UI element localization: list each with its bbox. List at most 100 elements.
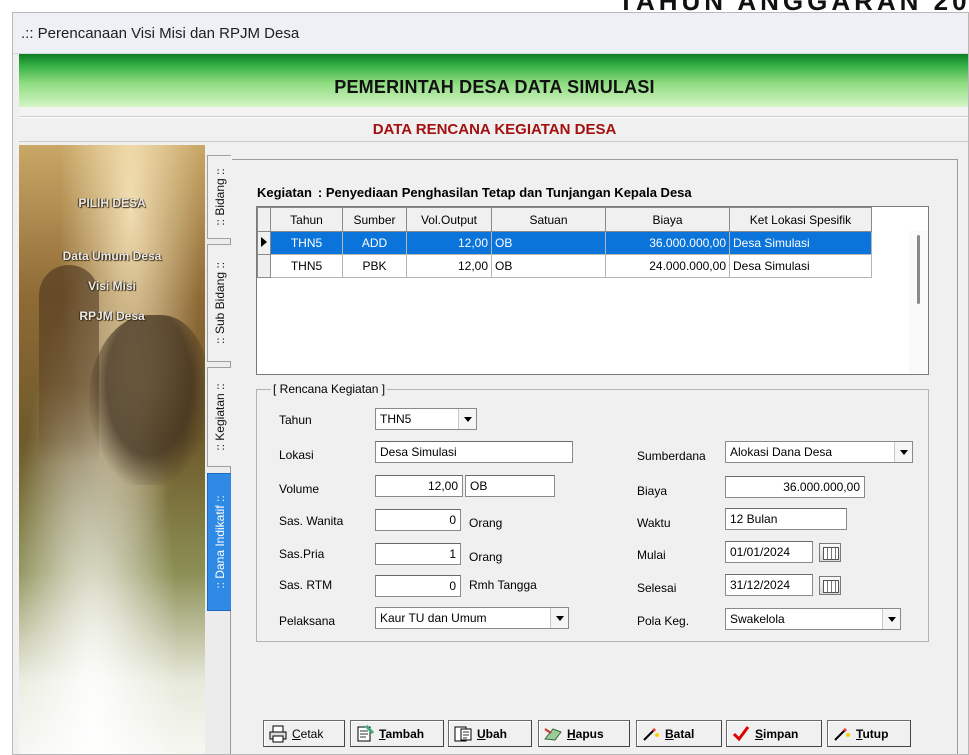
chevron-down-icon[interactable]: [458, 409, 476, 429]
pelaksana-label: Pelaksana: [279, 614, 336, 628]
cell-ket-lokasi[interactable]: Desa Simulasi: [729, 231, 872, 255]
sidebar: PILIH DESA Data Umum Desa Visi Misi RPJM…: [19, 145, 205, 754]
simpan-button[interactable]: Simpan: [726, 720, 822, 747]
tahun-select[interactable]: THN5: [375, 408, 477, 430]
cetak-button-label: Cetak: [292, 726, 324, 741]
sidebar-photo-buffalo: [89, 315, 205, 485]
data-grid[interactable]: Tahun Sumber Vol.Output Satuan Biaya Ket…: [256, 206, 929, 375]
biaya-label: Biaya: [637, 484, 668, 498]
waktu-label: Waktu: [637, 516, 671, 530]
cell-satuan[interactable]: OB: [491, 254, 606, 278]
grid-scrollbar[interactable]: [909, 231, 928, 374]
chevron-down-icon[interactable]: [882, 609, 900, 629]
biaya-input[interactable]: 36.000.000,00: [725, 476, 865, 498]
sas-wanita-unit: Orang: [469, 516, 503, 530]
group-legend: [ Rencana Kegiatan ]: [271, 382, 388, 396]
ubah-button-label: Ubah: [477, 726, 508, 741]
tab-bidang-label: :: Bidang ::: [212, 168, 227, 226]
grid-indicator-header: [257, 207, 271, 232]
page-subtitle: DATA RENCANA KEGIATAN DESA: [372, 121, 617, 138]
cell-ket-lokasi[interactable]: Desa Simulasi: [729, 254, 872, 278]
sas-rtm-label: Sas. RTM: [279, 578, 333, 592]
row-indicator: [257, 254, 271, 278]
volume-unit-input[interactable]: OB: [465, 475, 555, 497]
hapus-button-label: Hapus: [567, 726, 604, 741]
cell-vol-output[interactable]: 12,00: [406, 231, 492, 255]
tutup-button-label: Tutup: [856, 726, 889, 741]
selesai-date-input[interactable]: 31/12/2024: [725, 574, 813, 596]
sas-pria-label: Sas.Pria: [279, 547, 325, 561]
ubah-button[interactable]: Ubah: [448, 720, 532, 747]
lokasi-input[interactable]: Desa Simulasi: [375, 441, 573, 463]
cell-vol-output[interactable]: 12,00: [406, 254, 492, 278]
sidebar-item-rpjm-desa[interactable]: RPJM Desa: [19, 309, 205, 323]
sas-pria-input[interactable]: 1: [375, 543, 461, 565]
batal-button[interactable]: Batal: [636, 720, 722, 747]
tutup-button[interactable]: Tutup: [827, 720, 911, 747]
content-panel: Kegiatan : Penyediaan Penghasilan Tetap d…: [232, 159, 958, 754]
cell-satuan[interactable]: OB: [491, 231, 606, 255]
cell-biaya[interactable]: 36.000.000,00: [605, 231, 730, 255]
close-wand-icon: [832, 725, 852, 743]
pelaksana-select-value: Kaur TU dan Umum: [380, 611, 487, 625]
grid-header-tahun[interactable]: Tahun: [270, 207, 343, 232]
sumberdana-select[interactable]: Alokasi Dana Desa: [725, 441, 913, 463]
table-row[interactable]: THN5 PBK 12,00 OB 24.000.000,00 Desa Sim…: [257, 254, 872, 278]
tab-dana-indikatif[interactable]: :: Dana Indikatif ::: [207, 473, 231, 611]
sidebar-item-data-umum-desa[interactable]: Data Umum Desa: [19, 249, 205, 263]
edit-icon: [453, 725, 473, 743]
sas-wanita-input[interactable]: 0: [375, 509, 461, 531]
sas-wanita-label: Sas. Wanita: [279, 514, 344, 528]
waktu-input[interactable]: 12 Bulan: [725, 508, 847, 530]
pelaksana-select[interactable]: Kaur TU dan Umum: [375, 607, 569, 629]
title-bar[interactable]: .:: Perencanaan Visi Misi dan RPJM Desa: [13, 13, 968, 54]
calendar-icon[interactable]: [819, 576, 841, 595]
pola-keg-select[interactable]: Swakelola: [725, 608, 901, 630]
app-window: .:: Perencanaan Visi Misi dan RPJM Desa …: [12, 12, 969, 755]
sas-rtm-unit: Rmh Tangga: [469, 578, 537, 592]
kegiatan-value: : Penyediaan Penghasilan Tetap dan Tunja…: [317, 185, 692, 200]
grid-header-sumber[interactable]: Sumber: [342, 207, 407, 232]
banner-separator: [19, 107, 968, 117]
volume-label: Volume: [279, 482, 320, 496]
kegiatan-header: Kegiatan : Penyediaan Penghasilan Tetap d…: [257, 185, 692, 200]
grid-header-vol-output[interactable]: Vol.Output: [406, 207, 492, 232]
tab-sub-bidang[interactable]: :: Sub Bidang ::: [207, 244, 231, 362]
grid-header-ket-lokasi[interactable]: Ket Lokasi Spesifik: [729, 207, 872, 232]
delete-icon: [543, 725, 563, 743]
tab-dana-indikatif-label: :: Dana Indikatif ::: [212, 495, 227, 589]
hapus-button[interactable]: Hapus: [538, 720, 630, 747]
grid-header-satuan[interactable]: Satuan: [491, 207, 606, 232]
tambah-button[interactable]: Tambah: [350, 720, 444, 747]
tab-bidang[interactable]: :: Bidang ::: [207, 155, 231, 239]
table-row[interactable]: THN5 ADD 12,00 OB 36.000.000,00 Desa Sim…: [257, 231, 872, 255]
cell-tahun[interactable]: THN5: [270, 231, 343, 255]
cetak-button[interactable]: Cetak: [263, 720, 345, 747]
grid-scrollbar-thumb[interactable]: [917, 235, 920, 304]
page-title: PEMERINTAH DESA DATA SIMULASI: [334, 77, 655, 97]
cell-biaya[interactable]: 24.000.000,00: [605, 254, 730, 278]
add-document-icon: [355, 724, 375, 743]
tahun-label: Tahun: [279, 413, 312, 427]
grid-header-biaya[interactable]: Biaya: [605, 207, 730, 232]
subheader: DATA RENCANA KEGIATAN DESA: [19, 117, 968, 141]
calendar-icon[interactable]: [819, 543, 841, 562]
cell-sumber[interactable]: PBK: [342, 254, 407, 278]
sidebar-item-visi-misi[interactable]: Visi Misi: [19, 279, 205, 293]
sas-rtm-input[interactable]: 0: [375, 575, 461, 597]
chevron-down-icon[interactable]: [550, 608, 568, 628]
sas-pria-unit: Orang: [469, 550, 503, 564]
volume-input[interactable]: 12,00: [375, 475, 463, 497]
tahun-select-value: THN5: [380, 412, 412, 426]
cell-tahun[interactable]: THN5: [270, 254, 343, 278]
sumberdana-select-value: Alokasi Dana Desa: [730, 445, 833, 459]
tab-kegiatan[interactable]: :: Kegiatan ::: [207, 367, 231, 467]
cell-sumber[interactable]: ADD: [342, 231, 407, 255]
kegiatan-label: Kegiatan: [257, 185, 312, 200]
simpan-button-label: Simpan: [755, 726, 799, 741]
chevron-down-icon[interactable]: [894, 442, 912, 462]
rencana-kegiatan-group: [ Rencana Kegiatan ] Tahun THN5 Lokasi D…: [256, 382, 929, 642]
subheader-separator: [19, 141, 968, 142]
sidebar-item-pilih-desa[interactable]: PILIH DESA: [19, 196, 205, 210]
mulai-date-input[interactable]: 01/01/2024: [725, 541, 813, 563]
